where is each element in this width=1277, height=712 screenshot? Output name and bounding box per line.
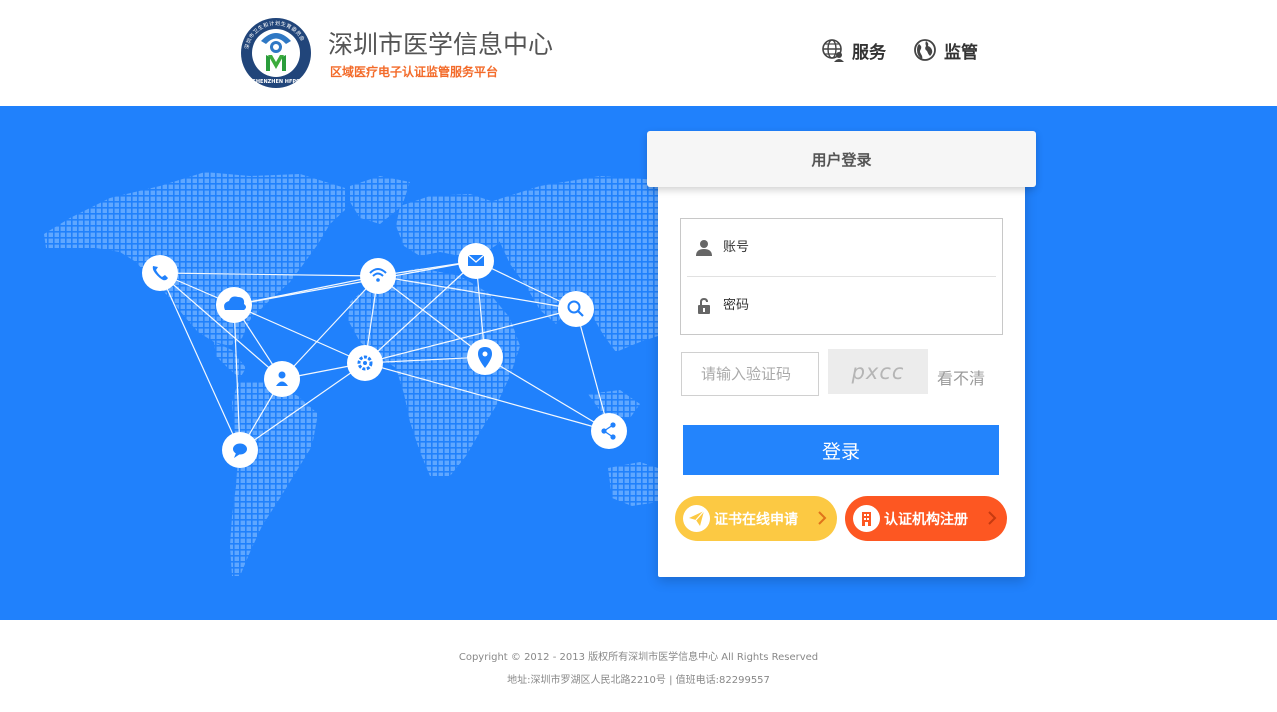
captcha-input[interactable] [681,352,819,396]
nav-service-label: 服务 [852,42,886,63]
chevron-right-icon [988,511,997,525]
gear-node-icon [347,345,383,381]
wifi-node-icon [360,258,396,294]
site-subtitle: 区域医疗电子认证监管服务平台 [330,65,499,79]
building-icon [853,505,880,532]
header: 深圳市卫生和计划生育委员会 SHENZHEN HFPC 深圳市医学信息中心 区域… [0,0,1277,106]
footer-copyright: Copyright © 2012 - 2013 版权所有深圳市医学信息中心 Al… [458,652,819,663]
username-input[interactable] [723,240,973,255]
nav-service[interactable]: 服务 [821,37,886,63]
register-authority-label: 认证机构注册 [884,511,968,528]
register-authority-button[interactable]: 认证机构注册 [845,496,1007,541]
nav-monitor[interactable]: 监管 [913,37,978,63]
login-panel-header: 用户登录 [647,131,1036,187]
user-icon [696,239,712,256]
chat-node-icon [222,432,258,468]
phone-node-icon [142,255,178,291]
logo[interactable]: 深圳市卫生和计划生育委员会 SHENZHEN HFPC [239,17,313,89]
username-row [681,219,1002,276]
share-node-icon [591,413,627,449]
chevron-right-icon [818,511,827,525]
password-row [681,277,1002,334]
password-input[interactable] [723,298,973,313]
site-title: 深圳市医学信息中心 [328,30,554,59]
cloud-node-icon [216,287,252,323]
search-node-icon [558,291,594,327]
logo-bottom-text: SHENZHEN HFPC [252,79,300,85]
captcha-refresh-link[interactable]: 看不清 [937,365,985,389]
login-title: 用户登录 [811,150,872,169]
user-node-icon [264,361,300,397]
nav-monitor-label: 监管 [944,42,978,63]
globe-icon [914,39,936,61]
footer-address: 地址:深圳市罗湖区人民北路2210号 | 值班电话:82299557 [507,675,770,686]
credentials-box [680,218,1003,335]
login-button[interactable]: 登录 [683,425,999,475]
mail-node-icon [458,243,494,279]
captcha-text: pxcc [851,359,905,384]
world-network-map [44,172,658,576]
location-node-icon [467,339,503,375]
apply-certificate-label: 证书在线申请 [714,511,798,528]
lock-icon [698,297,710,314]
paper-plane-icon [683,505,710,532]
hero-banner [0,106,1277,620]
apply-certificate-button[interactable]: 证书在线申请 [675,496,837,541]
captcha-image[interactable]: pxcc [828,349,928,394]
globe-user-icon [822,39,844,62]
